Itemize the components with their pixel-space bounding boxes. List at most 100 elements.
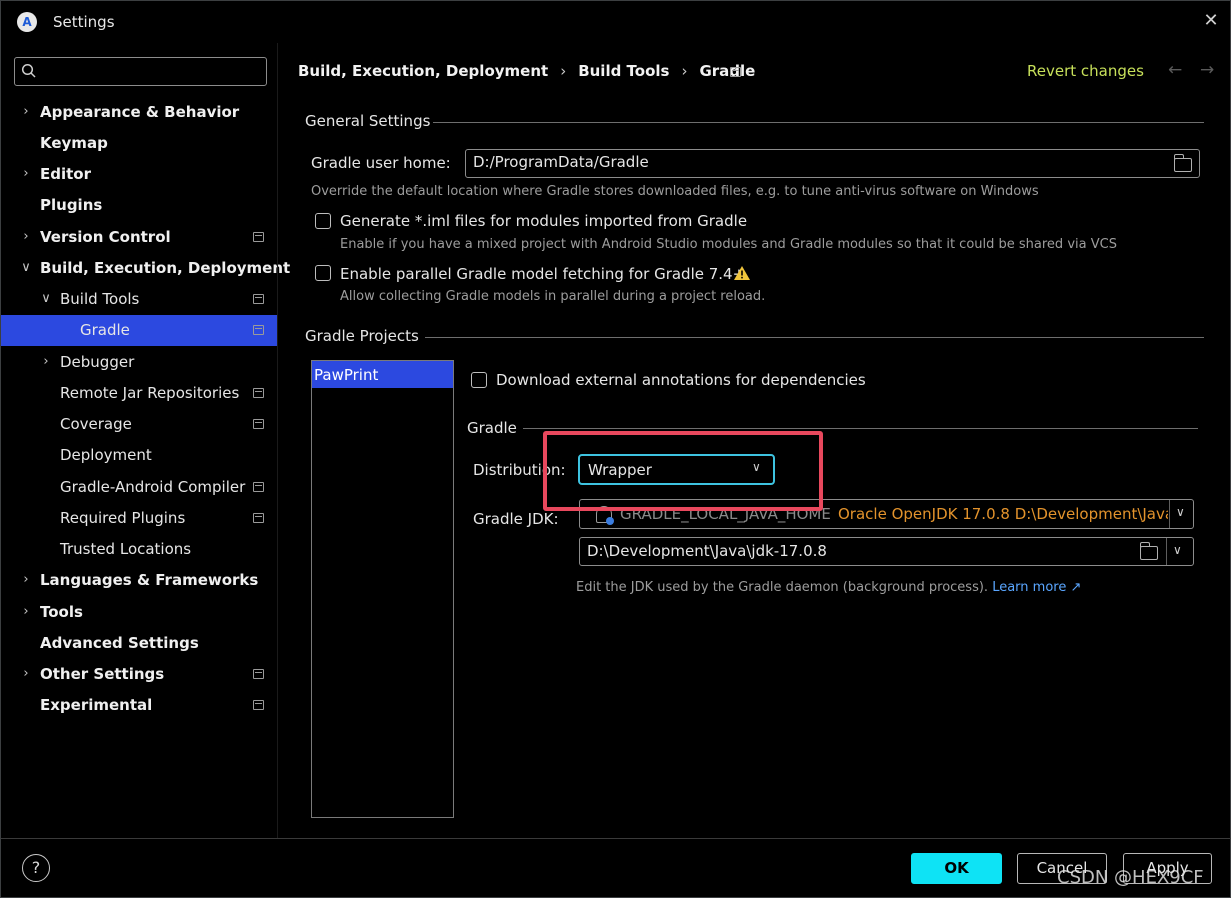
sidebar-item-label: Gradle-Android Compiler <box>60 478 246 496</box>
sidebar-item-label: Remote Jar Repositories <box>60 384 240 402</box>
sidebar-item-editor[interactable]: › Editor <box>1 159 277 190</box>
sidebar-item-tools[interactable]: › Tools <box>1 597 277 628</box>
section-divider <box>425 337 1204 338</box>
footer-divider <box>1 838 1231 839</box>
search-icon <box>21 63 36 78</box>
sidebar-item-label: Required Plugins <box>60 509 186 527</box>
chevron-down-icon[interactable]: ∨ <box>1176 505 1185 519</box>
gradle-jdk-label: Gradle JDK: <box>473 510 559 528</box>
apply-button[interactable]: Apply <box>1123 853 1212 884</box>
sidebar-item-remote-jar-repositories[interactable]: Remote Jar Repositories <box>1 378 277 409</box>
chevron-right-icon[interactable]: › <box>19 571 33 589</box>
sidebar-item-languages-frameworks[interactable]: › Languages & Frameworks <box>1 565 277 596</box>
search-input[interactable] <box>49 61 259 82</box>
breadcrumb-separator: › <box>560 62 567 80</box>
gradle-jdk-help-text: Edit the JDK used by the Gradle daemon (… <box>576 580 989 595</box>
parallel-fetching-label: Enable parallel Gradle model fetching fo… <box>340 265 746 283</box>
sidebar-item-label: Trusted Locations <box>60 540 192 558</box>
sidebar-item-label: Keymap <box>40 134 108 152</box>
gradle-jdk-dropdown[interactable]: GRADLE_LOCAL_JAVA_HOME Oracle OpenJDK 17… <box>579 499 1194 529</box>
download-annotations-label: Download external annotations for depend… <box>496 371 866 389</box>
distribution-value: Wrapper <box>588 461 652 479</box>
sidebar-item-label: Other Settings <box>40 665 165 683</box>
window-title: Settings <box>53 13 115 31</box>
sidebar-item-required-plugins[interactable]: Required Plugins <box>1 503 277 534</box>
parallel-fetching-checkbox[interactable] <box>315 265 331 281</box>
folder-icon[interactable] <box>1139 542 1158 560</box>
chevron-right-icon[interactable]: › <box>19 228 33 246</box>
sidebar-item-label: Build, Execution, Deployment <box>40 259 291 277</box>
sidebar-item-label: Editor <box>40 165 91 183</box>
project-level-icon <box>253 669 264 679</box>
general-settings-header: General Settings <box>305 112 431 130</box>
sidebar-item-gradle[interactable]: Gradle <box>1 315 277 346</box>
breadcrumb-item: Gradle <box>699 62 756 80</box>
section-divider <box>523 428 1198 429</box>
sidebar-item-label: Tools <box>40 603 83 621</box>
sidebar-item-build-execution-deployment[interactable]: ∨ Build, Execution, Deployment <box>1 253 290 284</box>
chevron-down-icon[interactable]: ∨ <box>39 290 53 308</box>
sidebar-item-trusted-locations[interactable]: Trusted Locations <box>1 534 277 565</box>
sidebar-item-advanced-settings[interactable]: Advanced Settings <box>1 628 277 659</box>
cancel-button[interactable]: Cancel <box>1017 853 1107 884</box>
sidebar-item-gradle-android-compiler[interactable]: Gradle-Android Compiler <box>1 472 277 503</box>
settings-window: A Settings ✕ › Appearance & Behavior Keyma… <box>0 0 1231 898</box>
distribution-dropdown[interactable]: Wrapper ∨ <box>578 454 775 485</box>
sidebar-item-label: Plugins <box>40 196 103 214</box>
sidebar-item-coverage[interactable]: Coverage <box>1 409 277 440</box>
chevron-right-icon[interactable]: › <box>19 665 33 683</box>
sidebar-item-plugins[interactable]: Plugins <box>1 190 277 221</box>
gradle-user-home-help: Override the default location where Grad… <box>311 184 1039 199</box>
sidebar-item-label: Appearance & Behavior <box>40 103 240 121</box>
chevron-down-icon: ∨ <box>752 460 761 474</box>
learn-more-link[interactable]: Learn more ↗ <box>992 580 1081 595</box>
gradle-subsection-header: Gradle <box>467 419 517 437</box>
project-level-icon <box>253 482 264 492</box>
sidebar-item-deployment[interactable]: Deployment <box>1 440 277 471</box>
jdk-path-field[interactable]: D:\Development\Java\jdk-17.0.8 ∨ <box>579 537 1194 566</box>
folder-icon[interactable] <box>1173 154 1192 172</box>
sidebar-item-other-settings[interactable]: › Other Settings <box>1 659 277 690</box>
project-item-pawprint[interactable]: PawPrint <box>312 361 453 388</box>
sidebar-item-label: Experimental <box>40 696 153 714</box>
generate-iml-label: Generate *.iml files for modules importe… <box>340 212 748 230</box>
project-level-icon <box>253 419 264 429</box>
jdk-version: Oracle OpenJDK 17.0.8 D:\Development\Jav… <box>838 505 1168 523</box>
android-studio-icon: A <box>17 12 37 32</box>
chevron-right-icon[interactable]: › <box>19 603 33 621</box>
chevron-right-icon[interactable]: › <box>39 353 53 371</box>
help-icon[interactable]: ? <box>22 854 50 882</box>
download-annotations-checkbox[interactable] <box>471 372 487 388</box>
sidebar-item-debugger[interactable]: › Debugger <box>1 347 277 378</box>
sidebar-item-label: Advanced Settings <box>40 634 199 652</box>
project-level-icon <box>253 513 264 523</box>
chevron-right-icon[interactable]: › <box>19 165 33 183</box>
search-field[interactable] <box>14 57 267 86</box>
sidebar-item-keymap[interactable]: Keymap <box>1 128 277 159</box>
breadcrumb-separator: › <box>681 62 688 80</box>
gradle-jdk-help: Edit the JDK used by the Gradle daemon (… <box>576 580 1081 595</box>
project-level-icon <box>253 388 264 398</box>
generate-iml-checkbox[interactable] <box>315 213 331 229</box>
sidebar-item-label: Deployment <box>60 446 152 464</box>
sidebar-item-label: Languages & Frameworks <box>40 571 259 589</box>
sidebar-item-experimental[interactable]: Experimental <box>1 690 277 721</box>
revert-changes-link[interactable]: Revert changes <box>1027 62 1144 80</box>
breadcrumb-item[interactable]: Build, Execution, Deployment <box>298 62 548 80</box>
chevron-right-icon[interactable]: › <box>19 103 33 121</box>
close-icon[interactable]: ✕ <box>1199 9 1223 33</box>
sidebar-item-version-control[interactable]: › Version Control <box>1 222 277 253</box>
chevron-down-icon[interactable]: ∨ <box>19 259 33 277</box>
gradle-projects-list[interactable]: PawPrint <box>311 360 454 818</box>
ok-button[interactable]: OK <box>911 853 1002 884</box>
breadcrumb-item[interactable]: Build Tools <box>578 62 669 80</box>
back-arrow-icon[interactable]: ← <box>1168 60 1182 80</box>
gradle-user-home-field[interactable]: D:/ProgramData/Gradle <box>465 149 1200 178</box>
project-item-label: PawPrint <box>314 366 379 384</box>
gradle-user-home-label: Gradle user home: <box>311 154 451 172</box>
sidebar-item-build-tools[interactable]: ∨ Build Tools <box>1 284 277 315</box>
chevron-down-icon[interactable]: ∨ <box>1173 543 1182 557</box>
forward-arrow-icon[interactable]: → <box>1200 60 1214 80</box>
sidebar-item-appearance-behavior[interactable]: › Appearance & Behavior <box>1 97 277 128</box>
parallel-fetching-help: Allow collecting Gradle models in parall… <box>340 289 766 304</box>
